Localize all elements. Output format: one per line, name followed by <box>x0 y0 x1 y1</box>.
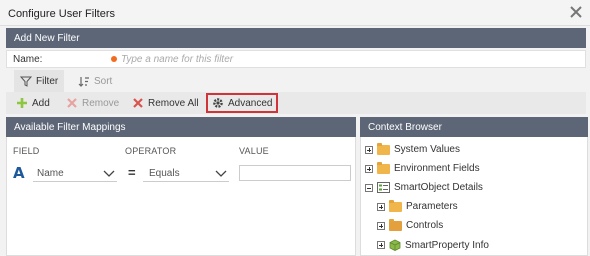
filter-mappings-panel: FIELD OPERATOR VALUE A Name = Equals <box>6 137 356 256</box>
add-button[interactable]: Add <box>12 94 54 112</box>
folder-icon <box>377 161 390 174</box>
remove-all-button[interactable]: Remove All <box>128 94 203 112</box>
dialog-titlebar: Configure User Filters <box>0 0 590 26</box>
filter-name-input[interactable] <box>121 52 571 66</box>
expand-icon[interactable] <box>365 164 373 173</box>
equals-icon: = <box>128 165 136 180</box>
tree-item-label: SmartObject Details <box>394 182 483 193</box>
dialog-title: Configure User Filters <box>8 8 115 20</box>
smartobject-icon <box>377 182 390 193</box>
mappings-toolbar: Add Remove Remove All Advanced <box>6 92 586 114</box>
column-operator: OPERATOR <box>125 146 177 156</box>
tab-filter[interactable]: Filter <box>14 70 65 92</box>
operator-select[interactable]: Equals <box>143 166 229 182</box>
remove-button[interactable]: Remove <box>62 94 123 112</box>
remove-icon <box>67 98 77 108</box>
remove-all-icon <box>133 98 143 108</box>
cube-icon <box>389 239 401 251</box>
field-select-value: Name <box>37 168 64 179</box>
sort-icon <box>78 76 89 87</box>
close-icon[interactable] <box>568 4 584 20</box>
column-value: VALUE <box>239 146 269 156</box>
tree-item-smartobject-details[interactable]: SmartObject Details <box>365 182 483 193</box>
filter-mappings-header: Available Filter Mappings <box>6 117 356 137</box>
collapse-icon[interactable] <box>365 183 373 192</box>
tab-filter-label: Filter <box>36 75 59 87</box>
folder-icon <box>389 199 402 212</box>
tree-item-label: System Values <box>394 144 460 155</box>
context-browser-panel: System Values Environment Fields SmartOb… <box>360 137 588 256</box>
tab-sort[interactable]: Sort <box>72 70 118 92</box>
folder-icon <box>377 142 390 155</box>
context-browser-header: Context Browser <box>360 117 588 137</box>
tree-item-label: Environment Fields <box>394 163 480 174</box>
filter-name-row: Name: <box>6 50 586 68</box>
name-label: Name: <box>13 54 43 65</box>
tree-item-parameters[interactable]: Parameters <box>377 199 458 212</box>
text-type-icon: A <box>13 164 25 182</box>
tree-item-system-values[interactable]: System Values <box>365 142 460 155</box>
gear-icon <box>213 98 223 108</box>
field-select[interactable]: Name <box>33 166 117 182</box>
tree-item-smartproperty-info[interactable]: SmartProperty Info <box>377 239 489 251</box>
advanced-label: Advanced <box>228 97 273 109</box>
required-indicator <box>111 56 117 62</box>
context-browser-title: Context Browser <box>368 122 442 133</box>
column-field: FIELD <box>13 146 40 156</box>
tree-item-label: Parameters <box>406 201 458 212</box>
chevron-down-icon <box>215 170 227 177</box>
expand-icon[interactable] <box>365 145 373 154</box>
tree-item-environment-fields[interactable]: Environment Fields <box>365 161 480 174</box>
filter-mappings-title: Available Filter Mappings <box>14 122 126 133</box>
folder-gear-icon <box>389 218 402 231</box>
tree-item-controls[interactable]: Controls <box>377 218 444 231</box>
value-input[interactable] <box>239 165 351 181</box>
filter-tabs: Filter Sort <box>6 70 586 92</box>
field-type-indicator: A <box>13 164 29 182</box>
add-new-filter-header: Add New Filter <box>6 28 586 48</box>
plus-icon <box>17 98 27 108</box>
add-new-filter-title: Add New Filter <box>14 33 80 44</box>
operator-select-value: Equals <box>149 168 180 179</box>
expand-icon[interactable] <box>377 202 385 211</box>
expand-icon[interactable] <box>377 221 385 230</box>
expand-icon[interactable] <box>377 241 385 249</box>
remove-all-label: Remove All <box>148 97 199 109</box>
chevron-down-icon <box>103 170 115 177</box>
advanced-button[interactable]: Advanced <box>206 93 279 113</box>
funnel-icon <box>20 76 32 87</box>
tab-sort-label: Sort <box>94 75 113 87</box>
add-label: Add <box>32 97 50 109</box>
tree-item-label: Controls <box>406 220 444 231</box>
remove-label: Remove <box>82 97 120 109</box>
tree-item-label: SmartProperty Info <box>405 239 489 251</box>
